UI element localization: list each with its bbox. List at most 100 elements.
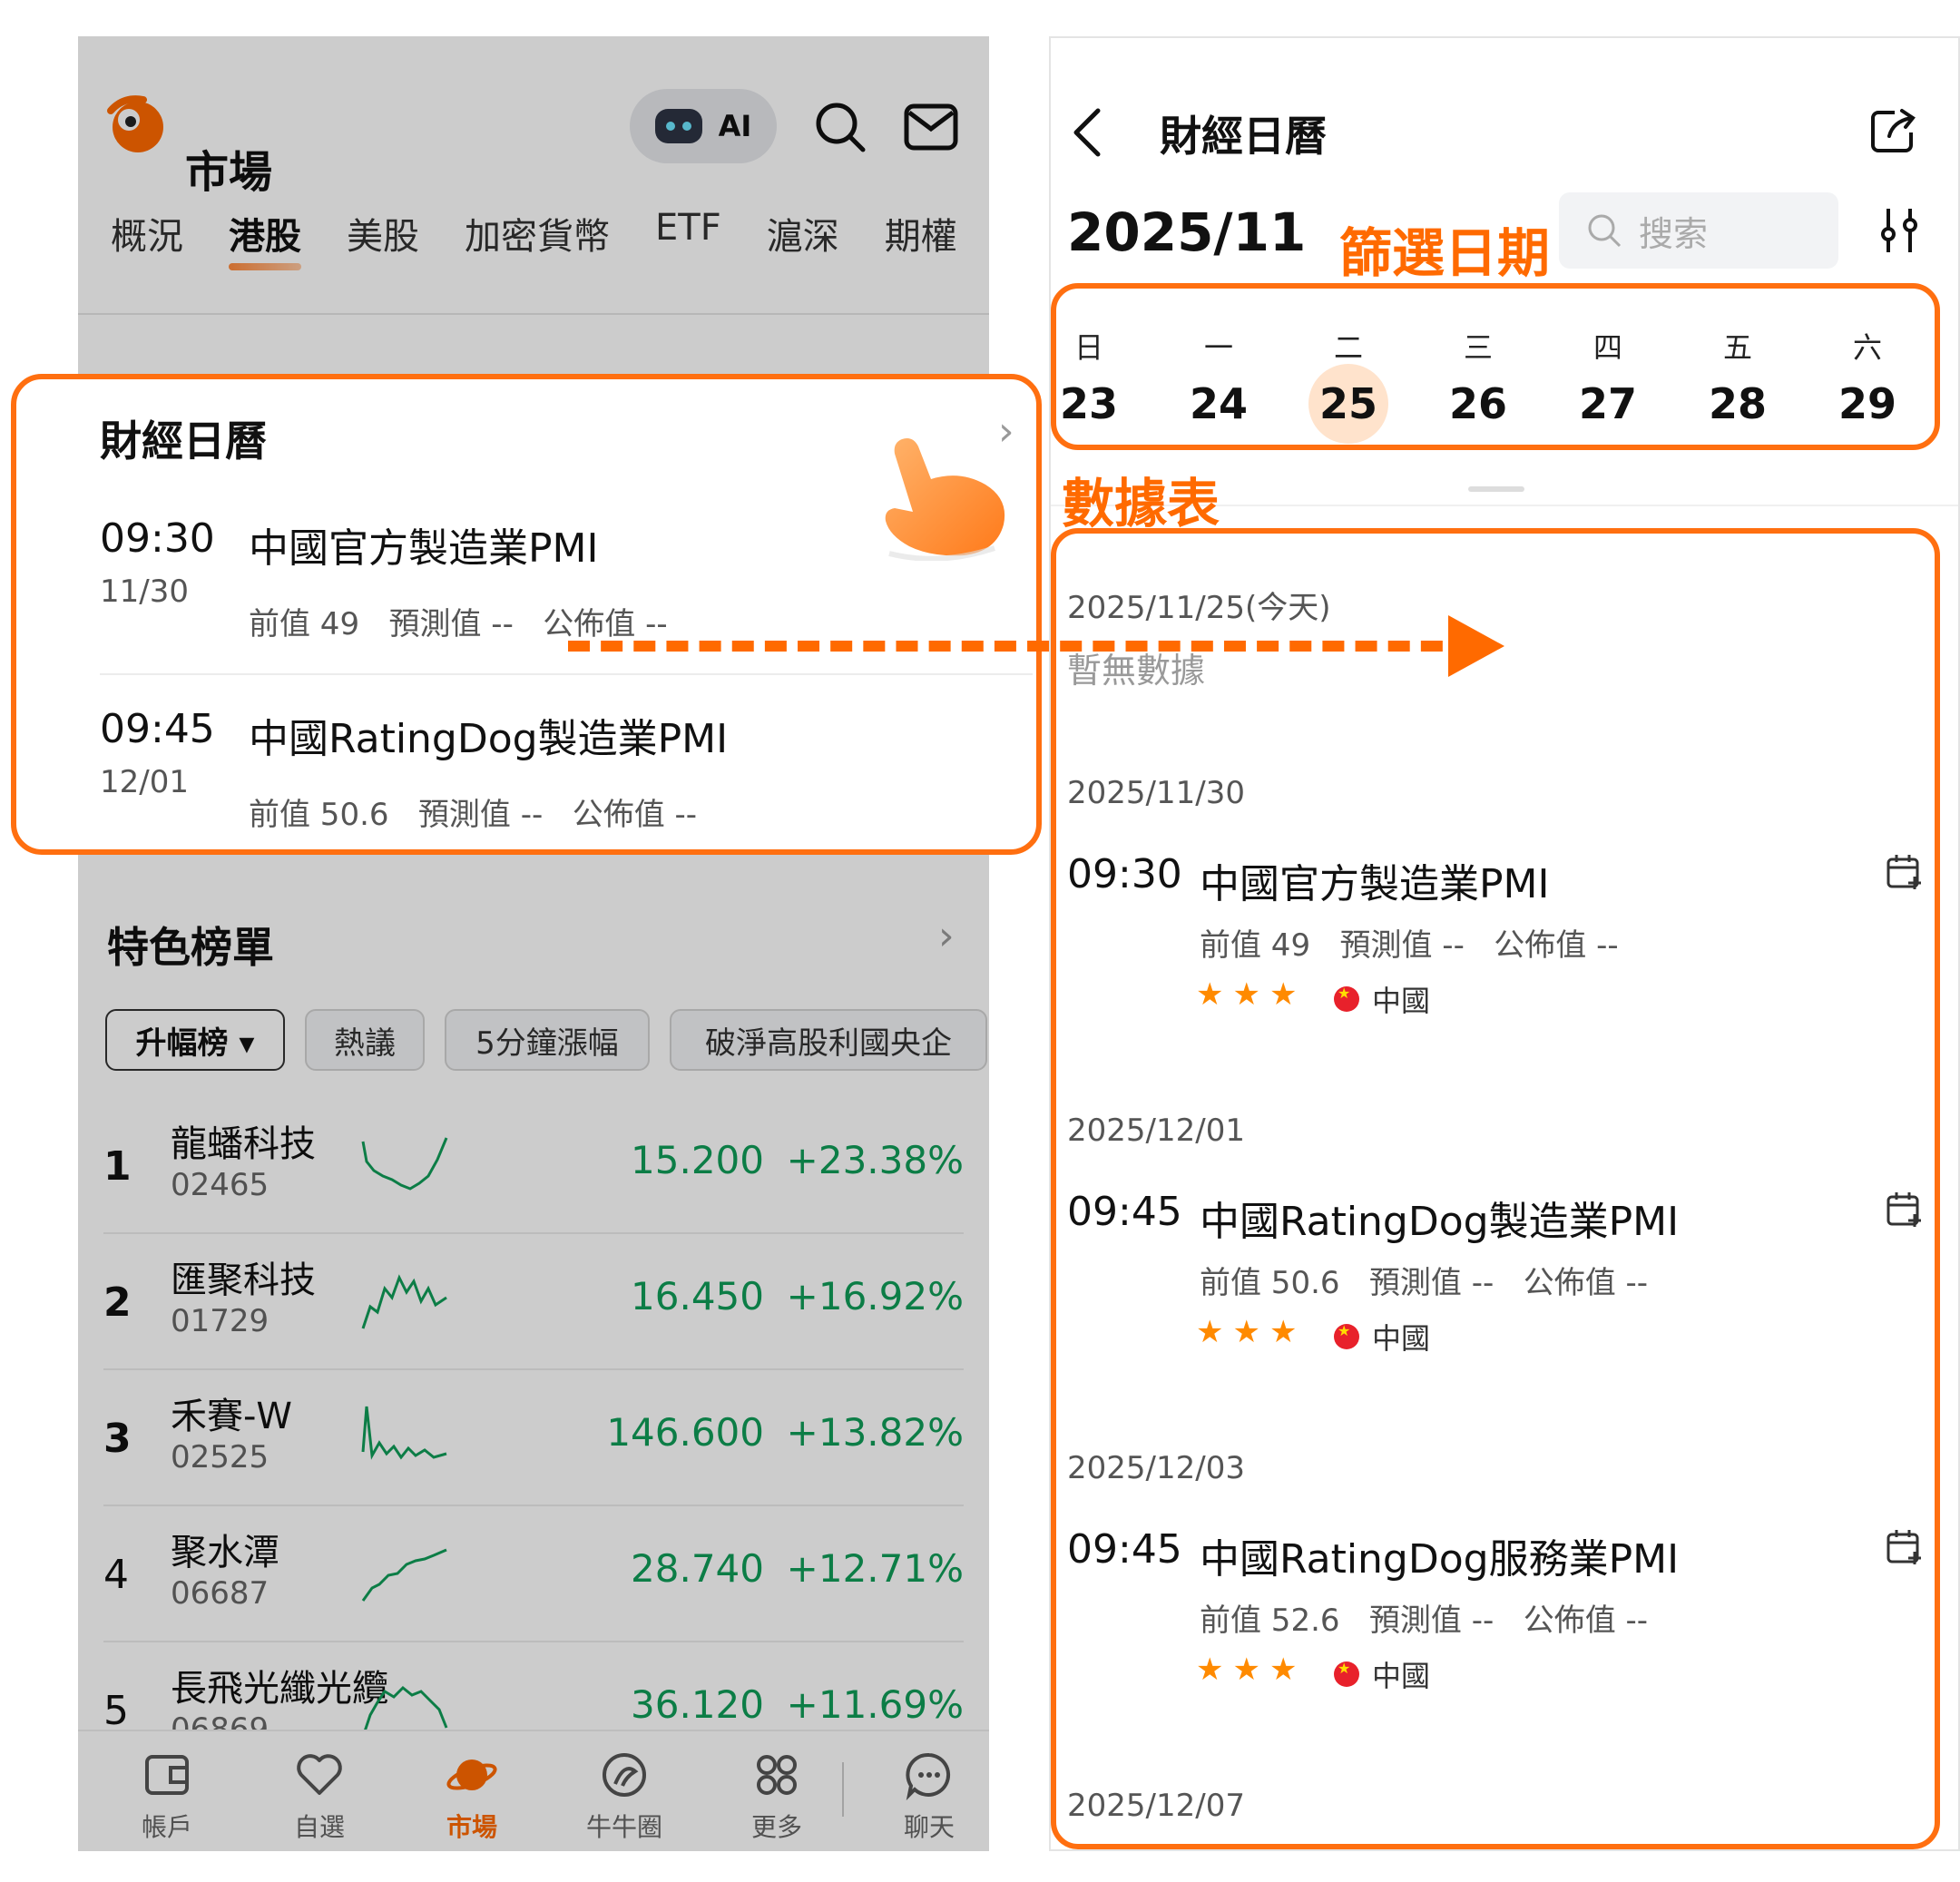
rank: 3 — [103, 1416, 132, 1462]
tab-crypto[interactable]: 加密貨幣 — [465, 207, 610, 260]
nav-label: 自選 — [293, 1812, 345, 1842]
event-time: 09:45 — [100, 706, 215, 752]
grid-icon — [757, 1755, 797, 1795]
stock-change: +13.82% — [786, 1410, 964, 1455]
stock-price: 16.450 — [631, 1274, 764, 1318]
divider — [78, 313, 989, 315]
share-icon[interactable] — [1867, 105, 1918, 156]
nav-account[interactable]: 帳戶 — [103, 1750, 230, 1844]
calendar-card-title: 財經日曆 — [100, 417, 267, 466]
divider — [100, 673, 1033, 675]
bottom-nav: 帳戶 自選 市場 牛牛圈 更多 聊天 — [78, 1730, 989, 1851]
table-row[interactable]: 4 聚水潭 06687 28.740 +12.71% — [103, 1506, 964, 1642]
event-date: 12/01 — [100, 764, 189, 800]
stock-change: +12.71% — [786, 1546, 964, 1591]
chip-5min[interactable]: 5分鐘漲幅 — [445, 1009, 650, 1071]
dashed-arrow-line — [568, 641, 1475, 652]
rank: 2 — [103, 1279, 132, 1326]
table-row[interactable]: 3 禾賽-W 02525 146.600 +13.82% — [103, 1370, 964, 1506]
tab-hk-stocks[interactable]: 港股 — [229, 207, 301, 270]
nav-watchlist[interactable]: 自選 — [256, 1750, 383, 1844]
nav-label: 帳戶 — [141, 1812, 192, 1842]
stock-change: +16.92% — [786, 1274, 964, 1318]
stock-name: 長飛光纖光纜 — [171, 1668, 388, 1710]
tab-etf[interactable]: ETF — [655, 207, 721, 260]
stock-change: +23.38% — [786, 1138, 964, 1182]
nav-label: 牛牛圈 — [585, 1812, 662, 1842]
event-title[interactable]: 中國RatingDog製造業PMI — [249, 706, 728, 764]
nav-label: 聊天 — [903, 1812, 955, 1842]
planet-icon — [446, 1759, 497, 1790]
event-meta: 前值 49 預測值 -- 公佈值 -- — [249, 606, 668, 642]
sparkline-icon — [361, 1137, 448, 1191]
event-date: 11/30 — [100, 573, 189, 610]
drag-handle[interactable] — [1468, 486, 1524, 492]
nav-divider — [842, 1762, 844, 1817]
stock-price: 15.200 — [631, 1138, 764, 1182]
tab-options[interactable]: 期權 — [885, 207, 957, 260]
chevron-right-icon[interactable]: › — [938, 913, 955, 959]
pointing-hand-icon — [885, 438, 1005, 561]
stock-code: 01729 — [171, 1303, 270, 1339]
stock-name: 禾賽-W — [171, 1396, 292, 1437]
page-title: 財經日曆 — [1160, 112, 1327, 161]
stock-name: 聚水潭 — [171, 1532, 279, 1573]
stock-code: 02525 — [171, 1439, 270, 1475]
nav-community[interactable]: 牛牛圈 — [561, 1750, 688, 1844]
robot-icon — [654, 109, 702, 143]
tab-overview[interactable]: 概況 — [111, 207, 183, 260]
stock-price: 36.120 — [631, 1682, 764, 1727]
ai-assistant-button[interactable]: AI — [630, 89, 777, 163]
stock-name: 匯聚科技 — [171, 1260, 316, 1301]
rank: 1 — [103, 1143, 132, 1190]
sparkline-icon — [361, 1548, 447, 1602]
stock-code: 06687 — [171, 1575, 270, 1612]
event-title[interactable]: 中國官方製造業PMI — [249, 515, 598, 573]
table-row[interactable]: 2 匯聚科技 01729 16.450 +16.92% — [103, 1234, 964, 1370]
ai-label: AI — [718, 109, 752, 143]
label-data-table: 數據表 — [1062, 473, 1220, 534]
nav-more[interactable]: 更多 — [713, 1750, 840, 1844]
chip-low-pb-soe[interactable]: 破淨高股利國央企 — [670, 1009, 987, 1071]
search-input[interactable]: 搜索 — [1559, 192, 1838, 269]
tab-a-shares[interactable]: 滬深 — [767, 207, 839, 260]
tab-us-stocks[interactable]: 美股 — [347, 207, 419, 260]
rank: 4 — [103, 1552, 129, 1598]
nav-market[interactable]: 市場 — [408, 1750, 535, 1844]
ranking-title: 特色榜單 — [107, 923, 274, 972]
search-placeholder: 搜索 — [1639, 213, 1709, 254]
stock-price: 146.600 — [606, 1410, 764, 1455]
nav-label: 市場 — [446, 1812, 497, 1842]
market-screen: 市場 AI 概況 港股 美股 加密貨幣 ETF 滬深 期權 特色榜單 › 升幅榜… — [78, 36, 989, 1851]
filter-sliders-icon[interactable] — [1878, 205, 1920, 256]
back-arrow-icon[interactable] — [1069, 107, 1105, 158]
moomoo-circle-icon — [603, 1753, 646, 1797]
mail-icon[interactable] — [904, 103, 958, 151]
page-title: 市場 — [185, 147, 273, 198]
heart-icon — [297, 1754, 342, 1795]
event-time: 09:30 — [100, 515, 215, 562]
event-meta: 前值 50.6 預測值 -- 公佈值 -- — [249, 797, 698, 833]
nav-label: 更多 — [750, 1812, 802, 1842]
highlight-date-filter — [1051, 283, 1940, 450]
moomoo-logo-icon — [107, 95, 163, 152]
stock-code: 02465 — [171, 1167, 270, 1203]
month-label[interactable]: 2025/11 — [1067, 201, 1306, 263]
stock-price: 28.740 — [631, 1546, 764, 1591]
wallet-icon — [145, 1755, 189, 1795]
chip-gainers[interactable]: 升幅榜 ▾ — [105, 1009, 285, 1071]
stock-change: +11.69% — [786, 1682, 964, 1727]
chip-hot[interactable]: 熱議 — [305, 1009, 425, 1071]
sparkline-icon — [361, 1406, 447, 1460]
table-row[interactable]: 1 龍蟠科技 02465 15.200 +23.38% — [103, 1098, 964, 1234]
sparkline-icon — [361, 1274, 447, 1329]
highlight-data-table — [1051, 528, 1940, 1849]
chat-bubble-icon — [906, 1752, 951, 1800]
market-tabs: 概況 港股 美股 加密貨幣 ETF 滬深 期權 — [111, 207, 989, 270]
arrowhead-icon — [1448, 615, 1504, 677]
nav-chat[interactable]: 聊天 — [866, 1750, 989, 1844]
stock-name: 龍蟠科技 — [171, 1123, 316, 1165]
search-icon[interactable] — [813, 100, 867, 154]
search-icon — [1588, 214, 1622, 248]
label-filter-date: 篩選日期 — [1339, 222, 1551, 284]
